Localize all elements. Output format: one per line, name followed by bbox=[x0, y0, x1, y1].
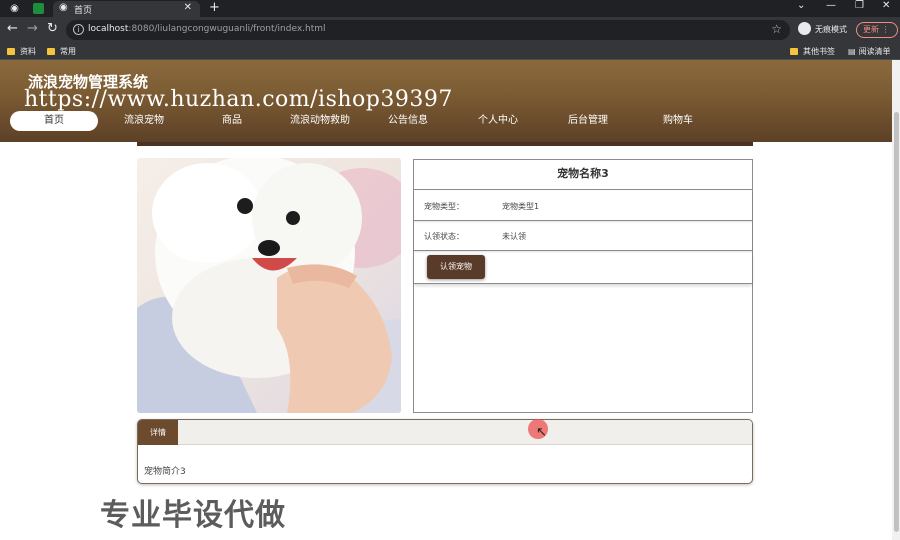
minimize-icon[interactable]: — bbox=[826, 0, 836, 11]
site-header: 流浪宠物管理系统 https://www.huzhan.com/ishop393… bbox=[0, 60, 892, 146]
bottom-watermark: 专业毕设代做 bbox=[100, 498, 286, 533]
pet-type-value: 宠物类型1 bbox=[502, 202, 540, 211]
detail-section: 详情 宠物简介3 bbox=[137, 419, 753, 484]
white-puppy-icon: ive bbox=[137, 158, 401, 413]
nav-item-admin[interactable]: 后台管理 bbox=[561, 111, 615, 131]
nav-item-notices[interactable]: 公告信息 bbox=[381, 111, 435, 131]
browser-toolbar: ← → ↻ i localhost:8080/liulangcongwuguan… bbox=[0, 17, 900, 43]
back-icon[interactable]: ← bbox=[7, 21, 18, 36]
reading-list[interactable]: ▤ 阅读清单 bbox=[848, 46, 891, 57]
bookmarks-bar: 资料 常用 其他书签 ▤ 阅读清单 bbox=[0, 43, 900, 60]
info-icon[interactable]: i bbox=[73, 24, 84, 35]
adopt-pet-button[interactable]: 认领宠物 bbox=[427, 255, 485, 279]
nav-item-stray-pets[interactable]: 流浪宠物 bbox=[112, 111, 176, 131]
adopt-status-value: 未认领 bbox=[502, 232, 526, 241]
folder-icon bbox=[47, 48, 55, 55]
bookmark-folder[interactable]: 资料 bbox=[7, 46, 36, 57]
bookmark-folder[interactable]: 常用 bbox=[47, 46, 76, 57]
adopt-row: 认领宠物 bbox=[414, 251, 752, 284]
browser-tab-bar: ◉ ◉ 首页 ✕ + ⌄ — ❐ ✕ bbox=[0, 0, 900, 17]
pet-info-panel: 宠物名称3 宠物类型： 宠物类型1 认领状态： 未认领 认领宠物 bbox=[413, 159, 753, 413]
reload-icon[interactable]: ↻ bbox=[47, 21, 58, 36]
cursor-icon: ↖ bbox=[536, 425, 547, 440]
globe-icon: ◉ bbox=[59, 2, 68, 13]
globe-icon[interactable]: ◉ bbox=[8, 2, 21, 15]
tab-detail[interactable]: 详情 bbox=[138, 420, 178, 445]
folder-icon bbox=[790, 48, 798, 55]
adopt-status-label: 认领状态： bbox=[424, 232, 464, 241]
address-bar[interactable]: i localhost:8080/liulangcongwuguanli/fro… bbox=[66, 20, 790, 40]
pet-type-label: 宠物类型： bbox=[424, 202, 464, 211]
main-nav: 首页 流浪宠物 商品 流浪动物救助 公告信息 个人中心 后台管理 购物车 bbox=[0, 109, 892, 133]
chevron-down-icon[interactable]: ⌄ bbox=[797, 0, 805, 11]
reading-list-icon: ▤ bbox=[848, 47, 856, 56]
close-icon[interactable]: ✕ bbox=[184, 2, 192, 13]
nav-item-rescue[interactable]: 流浪动物救助 bbox=[283, 111, 357, 131]
detail-tab-bar: 详情 bbox=[138, 420, 752, 445]
close-window-icon[interactable]: ✕ bbox=[882, 0, 890, 11]
active-tab[interactable]: ◉ 首页 ✕ bbox=[53, 1, 200, 17]
nav-item-cart[interactable]: 购物车 bbox=[656, 111, 700, 131]
pet-photo: ive bbox=[137, 158, 401, 413]
incognito-label: 无痕模式 bbox=[815, 25, 847, 34]
pet-description: 宠物简介3 bbox=[144, 467, 186, 477]
sheets-tab-icon[interactable] bbox=[33, 3, 44, 14]
adopt-status-row: 认领状态： 未认领 bbox=[414, 221, 752, 251]
update-button[interactable]: 更新 ⋮ bbox=[856, 22, 898, 38]
restore-icon[interactable]: ❐ bbox=[855, 0, 864, 11]
nav-item-home[interactable]: 首页 bbox=[10, 111, 98, 131]
star-icon[interactable]: ☆ bbox=[771, 22, 782, 36]
tab-title: 首页 bbox=[74, 6, 93, 16]
forward-icon[interactable]: → bbox=[27, 21, 38, 36]
pet-name: 宠物名称3 bbox=[414, 160, 752, 190]
incognito-icon bbox=[798, 22, 811, 35]
nav-item-user-center[interactable]: 个人中心 bbox=[471, 111, 525, 131]
nav-item-goods[interactable]: 商品 bbox=[207, 111, 257, 131]
folder-icon bbox=[7, 48, 15, 55]
header-divider bbox=[137, 142, 753, 146]
scrollbar-thumb[interactable] bbox=[894, 112, 899, 532]
url-text: localhost:8080/liulangcongwuguanli/front… bbox=[88, 24, 326, 34]
pet-type-row: 宠物类型： 宠物类型1 bbox=[414, 191, 752, 221]
new-tab-icon[interactable]: + bbox=[209, 0, 220, 15]
other-bookmarks[interactable]: 其他书签 bbox=[790, 46, 835, 57]
